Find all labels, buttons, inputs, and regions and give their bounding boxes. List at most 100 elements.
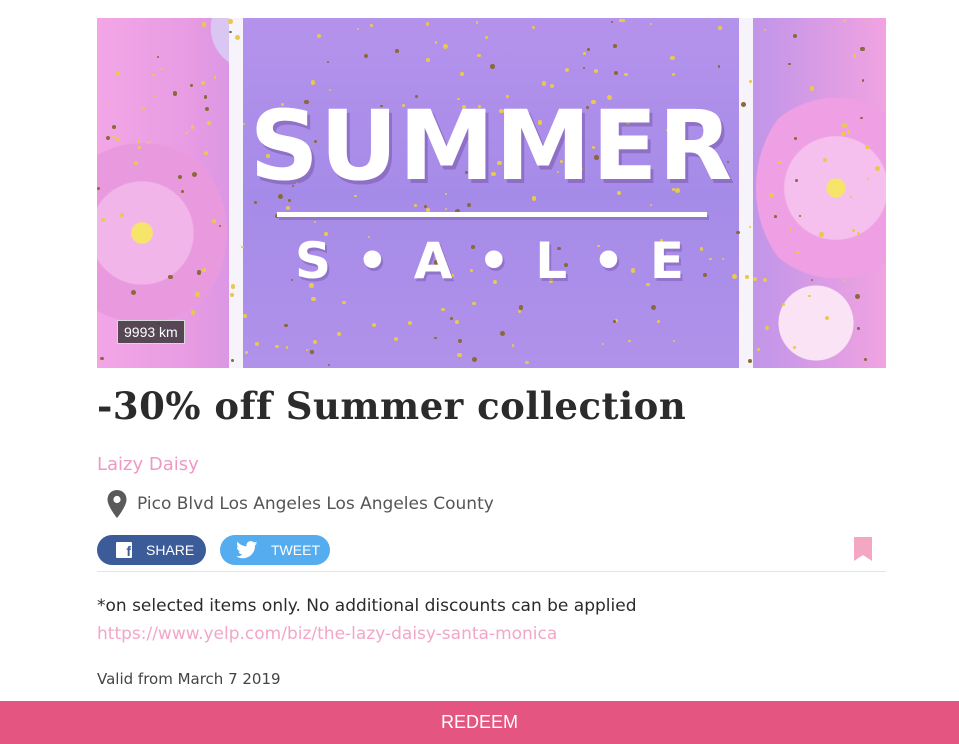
confetti-speck	[656, 319, 660, 323]
confetti-speck	[842, 18, 846, 22]
confetti-speck	[518, 309, 522, 313]
confetti-speck	[851, 228, 855, 232]
confetti-speck	[764, 325, 769, 330]
confetti-speck	[747, 358, 752, 363]
confetti-speck	[434, 41, 437, 44]
confetti-speck	[788, 62, 791, 66]
confetti-speck	[190, 83, 194, 87]
confetti-speck	[310, 350, 314, 354]
confetti-speck	[212, 219, 216, 223]
confetti-speck	[672, 73, 675, 76]
confetti-speck	[99, 356, 104, 361]
confetti-speck	[434, 336, 437, 340]
share-button[interactable]: f SHARE	[97, 535, 206, 565]
confetti-speck	[500, 331, 505, 336]
confetti-speck	[865, 19, 868, 23]
confetti-speck	[484, 36, 488, 39]
confetti-speck	[116, 71, 121, 76]
deal-banner-image: SUMMER S • A • L • E 9993 km	[97, 18, 886, 368]
confetti-speck	[788, 228, 791, 231]
confetti-speck	[228, 19, 233, 24]
confetti-speck	[460, 72, 464, 76]
confetti-speck	[229, 30, 232, 34]
confetti-speck	[613, 44, 617, 48]
confetti-speck	[472, 356, 477, 362]
confetti-speck	[781, 302, 785, 307]
map-pin-icon	[107, 490, 127, 518]
confetti-speck	[172, 91, 178, 96]
confetti-speck	[311, 296, 316, 302]
location-row: Pico Blvd Los Angeles Los Angeles County	[97, 489, 886, 519]
confetti-speck	[524, 360, 529, 365]
confetti-speck	[201, 22, 207, 27]
confetti-speck	[541, 81, 547, 86]
redeem-button[interactable]: REDEEM	[0, 701, 959, 744]
tweet-button-label: TWEET	[271, 542, 320, 558]
confetti-speck	[610, 20, 613, 23]
redeem-button-label: REDEEM	[440, 712, 518, 732]
confetti-speck	[455, 319, 459, 324]
confetti-speck	[195, 292, 200, 298]
confetti-speck	[862, 79, 865, 82]
confetti-speck	[628, 339, 631, 343]
confetti-speck	[425, 57, 430, 62]
deal-terms: *on selected items only. No additional d…	[97, 596, 637, 616]
facebook-icon: f	[116, 542, 132, 558]
confetti-speck	[798, 214, 802, 217]
confetti-speck	[342, 300, 346, 305]
confetti-speck	[718, 26, 722, 30]
confetti-speck	[244, 351, 248, 355]
confetti-speck	[860, 46, 865, 52]
confetti-speck	[792, 34, 797, 39]
confetti-speck	[254, 342, 259, 347]
twitter-icon	[236, 541, 258, 559]
confetti-speck	[190, 310, 196, 315]
confetti-speck	[622, 19, 625, 22]
tweet-button[interactable]: TWEET	[220, 535, 330, 565]
distance-badge: 9993 km	[117, 320, 185, 344]
confetti-speck	[809, 86, 815, 92]
confetti-speck	[864, 358, 867, 362]
confetti-speck	[748, 79, 752, 83]
confetti-speck	[275, 344, 279, 348]
bookmark-icon[interactable]	[854, 537, 872, 561]
confetti-speck	[773, 215, 777, 218]
confetti-speck	[243, 314, 248, 318]
merchant-link[interactable]: https://www.yelp.com/biz/the-lazy-daisy-…	[97, 624, 557, 644]
confetti-speck	[161, 67, 164, 71]
address-text: Pico Blvd Los Angeles Los Angeles County	[137, 494, 494, 514]
confetti-speck	[613, 320, 616, 324]
confetti-speck	[511, 344, 514, 347]
confetti-speck	[285, 206, 290, 211]
confetti-speck	[213, 75, 217, 79]
confetti-speck	[756, 348, 760, 352]
confetti-speck	[200, 80, 206, 85]
confetti-speck	[395, 49, 399, 53]
confetti-speck	[457, 339, 462, 344]
confetti-speck	[371, 322, 376, 327]
confetti-speck	[152, 73, 155, 77]
confetti-speck	[313, 339, 318, 344]
confetti-speck	[356, 27, 359, 30]
deal-card: SUMMER S • A • L • E 9993 km -30% off Su…	[97, 18, 886, 688]
merchant-name[interactable]: Laizy Daisy	[97, 454, 886, 475]
confetti-speck	[425, 21, 430, 26]
confetti-speck	[472, 301, 476, 306]
confetti-speck	[824, 315, 829, 320]
confetti-speck	[856, 327, 860, 330]
banner-divider	[277, 212, 707, 217]
confetti-speck	[442, 44, 448, 49]
social-actions: f SHARE TWEET	[97, 535, 886, 572]
confetti-speck	[456, 352, 462, 358]
confetti-speck	[475, 21, 478, 24]
confetti-speck	[156, 55, 160, 59]
confetti-speck	[152, 94, 156, 98]
confetti-speck	[717, 65, 721, 68]
confetti-speck	[852, 54, 856, 58]
confetti-speck	[650, 304, 656, 310]
confetti-speck	[284, 323, 288, 328]
confetti-speck	[336, 332, 341, 336]
confetti-speck	[328, 363, 331, 366]
deal-title: -30% off Summer collection	[97, 384, 687, 428]
share-button-label: SHARE	[146, 542, 195, 558]
